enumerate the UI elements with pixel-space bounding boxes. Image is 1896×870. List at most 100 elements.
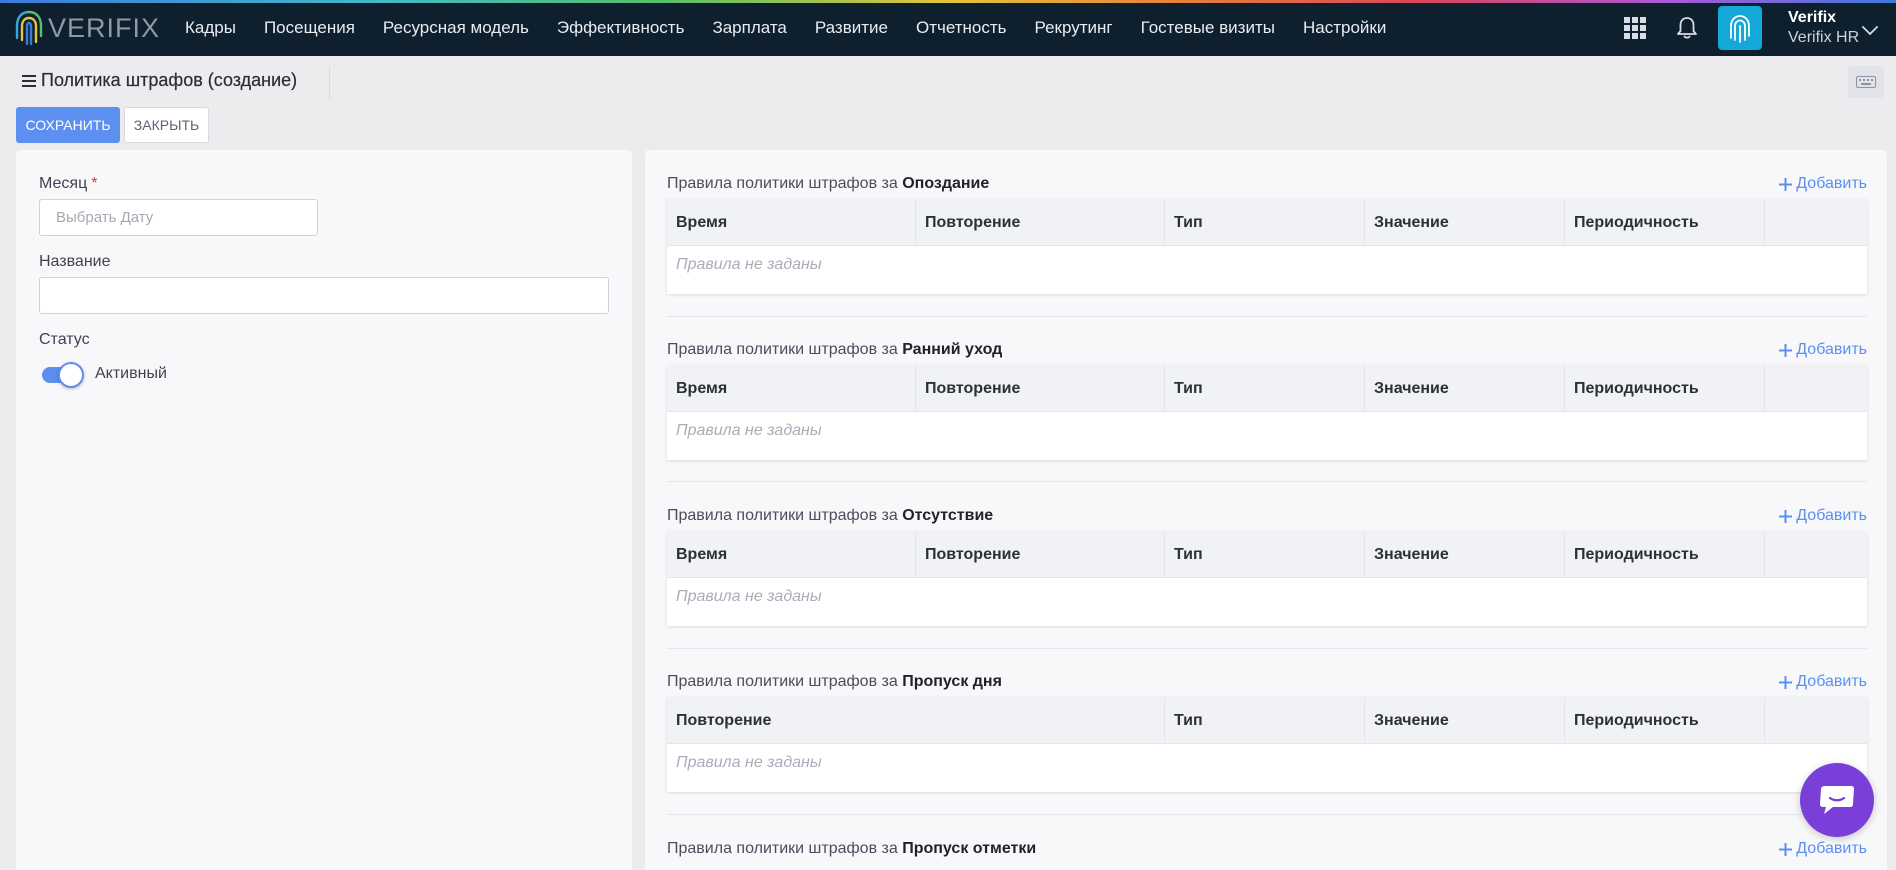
- column-header[interactable]: Тип: [1165, 531, 1365, 578]
- fingerprint-logo-icon: [15, 10, 43, 46]
- section-title: Правила политики штрафов за Опоздание: [667, 175, 989, 193]
- column-header[interactable]: Повторение: [916, 365, 1165, 412]
- section-title-prefix: Правила политики штрафов за: [667, 507, 898, 524]
- hamburger-menu-icon[interactable]: [22, 74, 36, 87]
- column-header[interactable]: Значение: [1365, 365, 1565, 412]
- bell-icon[interactable]: [1676, 16, 1698, 40]
- keyboard-shortcuts-button[interactable]: [1848, 66, 1884, 98]
- section-title-prefix: Правила политики штрафов за: [667, 673, 898, 690]
- plus-icon: [1779, 343, 1793, 357]
- nav-item-development[interactable]: Развитие: [801, 18, 902, 38]
- column-header[interactable]: Значение: [1365, 531, 1565, 578]
- nav-item-settings[interactable]: Настройки: [1289, 18, 1400, 38]
- plus-icon: [1779, 675, 1793, 689]
- user-organization: Verifix HR: [1788, 29, 1860, 46]
- nav-item-salary[interactable]: Зарплата: [698, 18, 800, 38]
- section-divider: [667, 648, 1867, 649]
- rules-table: Время Повторение Тип Значение Периодично…: [667, 531, 1867, 626]
- nav-item-recruiting[interactable]: Рекрутинг: [1021, 18, 1127, 38]
- logo[interactable]: VERIFIX: [14, 8, 160, 48]
- nav-item-reports[interactable]: Отчетность: [902, 18, 1021, 38]
- section-title-prefix: Правила политики штрафов за: [667, 175, 898, 192]
- column-header[interactable]: Периодичность: [1565, 199, 1765, 246]
- section-title-name: Опоздание: [902, 175, 990, 192]
- section-title-name: Отсутствие: [902, 507, 994, 524]
- logo-text: VERIFIX: [48, 12, 161, 43]
- plus-icon: [1779, 842, 1793, 856]
- penalty-rules-card: Правила политики штрафов за Опоздание До…: [645, 150, 1887, 870]
- column-header[interactable]: Повторение: [667, 697, 1165, 744]
- table-header: Повторение Тип Значение Периодичность: [667, 697, 1867, 744]
- column-header[interactable]: Значение: [1365, 697, 1565, 744]
- section-title: Правила политики штрафов за Пропуск дня: [667, 673, 1002, 691]
- user-menu[interactable]: Verifix Verifix HR: [1788, 8, 1859, 48]
- chevron-down-icon[interactable]: [1862, 26, 1878, 36]
- add-rule-button[interactable]: Добавить: [1779, 175, 1867, 193]
- add-rule-button[interactable]: Добавить: [1779, 341, 1867, 359]
- month-label: Месяц *: [39, 175, 97, 193]
- avatar[interactable]: [1718, 6, 1762, 50]
- section-title-prefix: Правила политики штрафов за: [667, 840, 898, 857]
- add-rule-label: Добавить: [1796, 175, 1867, 192]
- status-value: Активный: [95, 365, 167, 382]
- nav-item-resource-model[interactable]: Ресурсная модель: [369, 18, 543, 38]
- required-mark: *: [91, 175, 98, 192]
- add-rule-button[interactable]: Добавить: [1779, 840, 1867, 858]
- section-divider: [667, 481, 1867, 482]
- section-title-name: Пропуск дня: [902, 673, 1002, 690]
- save-button[interactable]: Сохранить: [16, 107, 120, 143]
- name-input[interactable]: [39, 277, 609, 314]
- close-button[interactable]: Закрыть: [124, 107, 209, 143]
- page-header: Политика штрафов (создание): [22, 70, 297, 91]
- month-date-input[interactable]: [39, 199, 318, 236]
- column-header[interactable]: Периодичность: [1565, 697, 1765, 744]
- column-header[interactable]: Повторение: [916, 531, 1165, 578]
- column-header[interactable]: Время: [667, 365, 916, 412]
- table-header: Время Повторение Тип Значение Периодично…: [667, 199, 1867, 246]
- table-header: Время Повторение Тип Значение Периодично…: [667, 531, 1867, 578]
- status-label: Статус: [39, 331, 90, 348]
- empty-rules-text: Правила не заданы: [676, 754, 822, 771]
- empty-rules-text: Правила не заданы: [676, 422, 822, 439]
- column-header[interactable]: Тип: [1165, 365, 1365, 412]
- column-header[interactable]: Периодичность: [1565, 531, 1765, 578]
- main-menu: Кадры Посещения Ресурсная модель Эффекти…: [172, 0, 1400, 56]
- table-header: Время Повторение Тип Значение Периодично…: [667, 365, 1867, 412]
- column-header[interactable]: Значение: [1365, 199, 1565, 246]
- column-header[interactable]: Периодичность: [1565, 365, 1765, 412]
- fingerprint-icon: [1730, 15, 1750, 43]
- user-name: Verifix: [1788, 9, 1837, 26]
- status-toggle[interactable]: [42, 362, 84, 388]
- add-rule-label: Добавить: [1796, 840, 1867, 857]
- column-header[interactable]: Повторение: [916, 199, 1165, 246]
- apps-grid-icon[interactable]: [1624, 17, 1646, 39]
- add-rule-label: Добавить: [1796, 341, 1867, 358]
- month-label-text: Месяц: [39, 175, 88, 192]
- add-rule-button[interactable]: Добавить: [1779, 673, 1867, 691]
- top-navigation-bar: VERIFIX Кадры Посещения Ресурсная модель…: [0, 0, 1896, 56]
- nav-item-attendance[interactable]: Посещения: [250, 18, 369, 38]
- section-divider: [667, 814, 1867, 815]
- column-header[interactable]: Тип: [1165, 199, 1365, 246]
- add-rule-label: Добавить: [1796, 507, 1867, 524]
- header-divider: [329, 66, 330, 100]
- nav-item-staff[interactable]: Кадры: [172, 18, 250, 38]
- column-header[interactable]: Время: [667, 531, 916, 578]
- chat-support-button[interactable]: [1800, 763, 1874, 837]
- chat-bubble-icon: [1820, 786, 1854, 814]
- nav-item-efficiency[interactable]: Эффективность: [543, 18, 699, 38]
- column-header[interactable]: Тип: [1165, 697, 1365, 744]
- section-title: Правила политики штрафов за Ранний уход: [667, 341, 1002, 359]
- section-title: Правила политики штрафов за Пропуск отме…: [667, 840, 1036, 858]
- add-rule-button[interactable]: Добавить: [1779, 507, 1867, 525]
- section-title: Правила политики штрафов за Отсутствие: [667, 507, 993, 525]
- toggle-knob: [58, 362, 84, 388]
- rules-table: Время Повторение Тип Значение Периодично…: [667, 365, 1867, 460]
- nav-item-guest-visits[interactable]: Гостевые визиты: [1127, 18, 1289, 38]
- rules-table: Время Повторение Тип Значение Периодично…: [667, 199, 1867, 294]
- plus-icon: [1779, 177, 1793, 191]
- column-header[interactable]: Время: [667, 199, 916, 246]
- empty-rules-text: Правила не заданы: [676, 588, 822, 605]
- keyboard-icon: [1856, 76, 1876, 88]
- rules-table: Повторение Тип Значение Периодичность Пр…: [667, 697, 1867, 792]
